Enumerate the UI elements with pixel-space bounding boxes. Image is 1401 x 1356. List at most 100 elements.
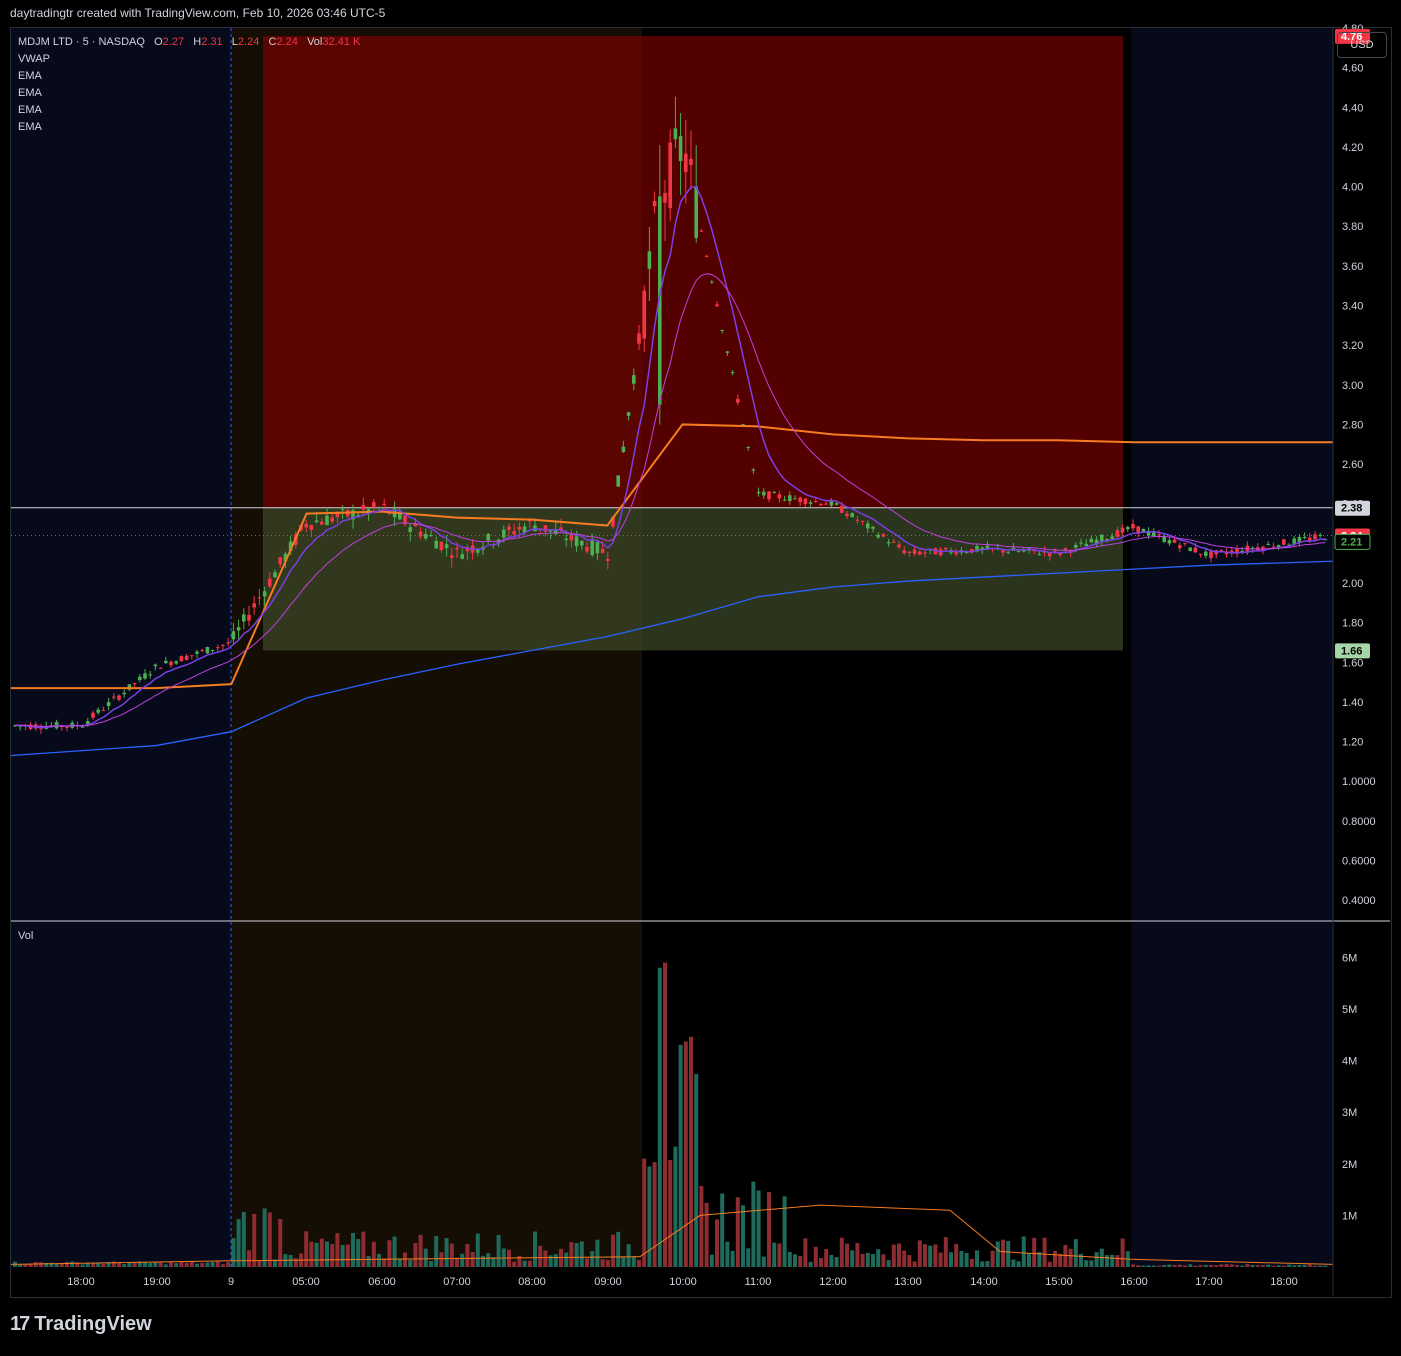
candle-body [621, 446, 626, 452]
currency-button[interactable]: USD [1337, 32, 1387, 58]
volume-bar [803, 1238, 808, 1267]
volume-bar [772, 1242, 777, 1267]
candle-body [684, 153, 688, 173]
volume-bar [54, 1264, 59, 1267]
volume-bar [1323, 1265, 1328, 1267]
volume-bar [330, 1244, 335, 1267]
volume-bar [704, 1202, 709, 1267]
candle-body [226, 642, 230, 644]
volume-bar [1120, 1238, 1125, 1267]
candle-body [257, 597, 262, 599]
candle-body [871, 526, 875, 529]
time-tick-label: 06:00 [368, 1276, 396, 1288]
volume-bar [392, 1236, 397, 1267]
time-tick-label: 14:00 [970, 1276, 998, 1288]
candle-body [1001, 550, 1005, 553]
volume-bar [371, 1241, 376, 1267]
time-tick-label: 08:00 [518, 1276, 546, 1288]
candle-body [117, 695, 121, 700]
indicator-ema-3[interactable]: EMA [18, 102, 360, 119]
tradingview-logo-icon: 17 [10, 1313, 30, 1335]
candle-body [1131, 523, 1135, 529]
volume-bar [1068, 1248, 1073, 1267]
volume-bar [611, 1234, 615, 1267]
volume-bar [605, 1260, 610, 1267]
volume-bar [1084, 1260, 1089, 1267]
time-tick-label: 19:00 [143, 1276, 171, 1288]
candle-body [803, 498, 808, 505]
candle-body [200, 650, 204, 652]
candle-body [923, 552, 927, 554]
candle-body [210, 649, 215, 651]
candle-body [382, 503, 386, 506]
volume-bar [782, 1196, 787, 1267]
volume-bar [631, 1256, 636, 1267]
volume-bar [486, 1253, 491, 1267]
indicator-ema-1[interactable]: EMA [18, 68, 360, 85]
volume-bar [1032, 1237, 1037, 1267]
volume-bar [538, 1245, 543, 1267]
price-tick-label: 3.40 [1342, 301, 1363, 313]
volume-bar [964, 1252, 969, 1267]
volume-bar [720, 1193, 725, 1267]
price-tag-entry-label: 2.38 [1341, 503, 1362, 515]
candle-body [1037, 554, 1042, 556]
volume-bar [1297, 1264, 1302, 1267]
volume-bar [309, 1241, 314, 1267]
volume-bar [1151, 1265, 1156, 1267]
volume-bar [871, 1254, 875, 1267]
indicator-ema-2[interactable]: EMA [18, 85, 360, 102]
volume-bar [205, 1262, 210, 1267]
volume-bar [1115, 1255, 1120, 1267]
candle-body [1079, 542, 1083, 544]
volume-bar [288, 1255, 293, 1267]
candle-body [1282, 539, 1286, 545]
volume-bar [694, 1074, 699, 1267]
candle-body [616, 475, 620, 487]
volume-tick-label: 4M [1342, 1056, 1357, 1068]
candle-body [418, 531, 423, 537]
candle-body [268, 578, 272, 587]
price-tick-label: 3.00 [1342, 380, 1363, 392]
candle-body [429, 534, 433, 537]
candle-body [793, 498, 797, 500]
candle-body [626, 412, 631, 416]
indicator-vwap[interactable]: VWAP [18, 51, 360, 68]
candle-body [798, 497, 802, 503]
legend-low-value: 2.24 [237, 36, 260, 48]
volume-bar [1318, 1265, 1323, 1267]
legend-symbol[interactable]: MDJM LTD · 5 · NASDAQ [18, 36, 145, 48]
candlestick-chart[interactable]: 4.804.604.404.204.003.803.603.403.203.00… [0, 0, 1401, 1356]
indicator-ema-4[interactable]: EMA [18, 119, 360, 136]
candle-body [720, 329, 724, 331]
candle-body [606, 559, 610, 561]
candle-body [824, 503, 828, 505]
candle-body [450, 555, 454, 559]
candle-body [715, 304, 719, 307]
volume-bar [715, 1219, 719, 1267]
volume-bar [1053, 1251, 1057, 1267]
volume-bar [122, 1264, 127, 1267]
time-tick-label: 11:00 [745, 1276, 772, 1288]
volume-bar [304, 1231, 309, 1267]
volume-bar [335, 1233, 340, 1267]
candle-body [876, 534, 880, 538]
candle-body [1292, 538, 1296, 544]
legend-high-value: 2.31 [201, 36, 223, 48]
volume-bar [917, 1240, 922, 1267]
volume-bar [923, 1244, 927, 1267]
time-tick-label: 15:00 [1045, 1276, 1073, 1288]
volume-bar [148, 1262, 153, 1267]
candle-body [1172, 539, 1177, 543]
price-tick-label: 2.00 [1342, 578, 1363, 590]
legend-close-value: 2.24 [276, 36, 298, 48]
volume-bar [1287, 1264, 1291, 1267]
candle-body [710, 281, 714, 283]
candle-body [122, 692, 126, 695]
volume-bar [1016, 1261, 1021, 1267]
time-tick-label: 18:00 [1270, 1276, 1298, 1288]
candle-body [460, 554, 464, 559]
volume-bar [1183, 1265, 1187, 1267]
volume-bar [751, 1181, 756, 1267]
volume-pane-label[interactable]: Vol [18, 930, 33, 942]
